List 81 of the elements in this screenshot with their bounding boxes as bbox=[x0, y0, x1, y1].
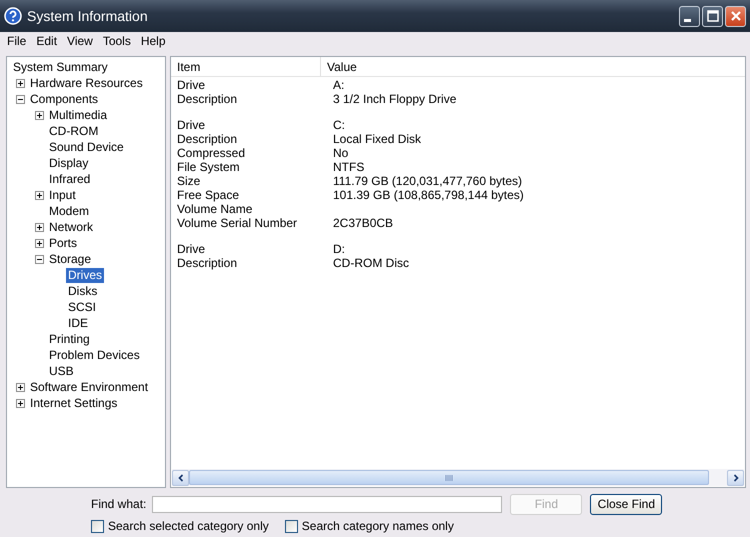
tree-item[interactable]: Software Environment bbox=[28, 380, 150, 394]
table-cell-text: Drive bbox=[176, 242, 206, 256]
table-cell-text: Description bbox=[176, 92, 238, 106]
menu-item[interactable]: Edit bbox=[31, 34, 62, 48]
grip-icon bbox=[445, 474, 453, 480]
tree-item[interactable]: Problem Devices bbox=[47, 348, 142, 362]
tree-item[interactable]: USB bbox=[47, 364, 76, 378]
table-cell-text: D: bbox=[332, 242, 346, 256]
tree-item[interactable]: Ports bbox=[47, 236, 80, 250]
table-cell-text: NTFS bbox=[332, 160, 366, 174]
table-cell-text: Local Fixed Disk bbox=[332, 132, 422, 146]
tree-item[interactable]: SCSI bbox=[66, 300, 98, 314]
tree-item[interactable]: Modem bbox=[47, 204, 92, 218]
table-cell-text: File System bbox=[176, 160, 241, 174]
table-cell-text: Description bbox=[176, 256, 238, 270]
table-cell-text: Drive bbox=[176, 118, 206, 132]
menu-item[interactable]: Tools bbox=[98, 34, 136, 48]
close-icon bbox=[730, 10, 742, 22]
find-what-field[interactable] bbox=[152, 496, 502, 512]
checkbox-label[interactable]: Search selected category only bbox=[108, 519, 269, 533]
tree-item[interactable]: Sound Device bbox=[47, 140, 126, 154]
table-cell-text: Size bbox=[176, 174, 202, 188]
table-cell-text: Compressed bbox=[176, 146, 246, 160]
tree-item[interactable]: Printing bbox=[47, 332, 92, 346]
window-title: System Information bbox=[27, 8, 149, 24]
table-cell-text: A: bbox=[332, 78, 346, 92]
scroll-left-button[interactable] bbox=[172, 470, 189, 486]
table-cell-text: Drive bbox=[176, 78, 206, 92]
maximize-button[interactable] bbox=[702, 6, 723, 26]
tree-item[interactable]: Disks bbox=[66, 284, 100, 298]
tree-item[interactable]: Network bbox=[47, 220, 96, 234]
maximize-icon bbox=[706, 10, 718, 22]
table-cell-text: Volume Name bbox=[176, 202, 254, 216]
checkbox[interactable] bbox=[91, 520, 104, 532]
expand-icon[interactable] bbox=[35, 110, 44, 120]
expand-icon[interactable] bbox=[35, 190, 44, 200]
tree-item[interactable]: Infrared bbox=[47, 172, 92, 186]
checkbox[interactable] bbox=[284, 520, 298, 532]
menu-item[interactable]: Help bbox=[136, 34, 171, 48]
help-icon bbox=[4, 7, 22, 25]
table-cell-text: No bbox=[332, 146, 350, 160]
column-header[interactable]: Value bbox=[321, 57, 745, 76]
table-cell-text: C: bbox=[332, 118, 346, 132]
horizontal-scrollbar[interactable] bbox=[172, 469, 744, 486]
close-find-button[interactable]: Close Find bbox=[590, 494, 662, 514]
expand-icon[interactable] bbox=[16, 78, 25, 88]
column-header[interactable]: Item bbox=[171, 57, 321, 76]
tree-item[interactable]: Storage bbox=[47, 252, 94, 266]
table-cell-text: 3 1/2 Inch Floppy Drive bbox=[332, 92, 458, 106]
tree-item[interactable]: Input bbox=[47, 188, 78, 202]
table-cell-text: CD-ROM Disc bbox=[332, 256, 410, 270]
checkbox-label[interactable]: Search category names only bbox=[302, 519, 454, 533]
tree-item[interactable]: IDE bbox=[66, 316, 90, 330]
scroll-thumb[interactable] bbox=[189, 470, 709, 485]
tree-item[interactable]: Hardware Resources bbox=[28, 76, 145, 90]
menu-item[interactable]: File bbox=[2, 34, 32, 48]
table-cell-text: Description bbox=[176, 132, 238, 146]
expand-icon[interactable] bbox=[16, 382, 25, 392]
tree-item[interactable]: Drives bbox=[66, 268, 104, 282]
tree-item[interactable]: Display bbox=[47, 156, 90, 170]
tree-item[interactable]: CD-ROM bbox=[47, 124, 100, 138]
find-label: Find what: bbox=[91, 497, 146, 511]
menu-item[interactable]: View bbox=[62, 34, 98, 48]
tree-item[interactable]: Internet Settings bbox=[28, 396, 120, 410]
tree-item[interactable]: Components bbox=[28, 92, 100, 106]
minimize-button[interactable] bbox=[679, 6, 700, 26]
collapse-icon[interactable] bbox=[16, 94, 25, 104]
expand-icon[interactable] bbox=[16, 398, 25, 408]
collapse-icon[interactable] bbox=[35, 254, 44, 264]
scroll-right-button[interactable] bbox=[727, 470, 744, 486]
close-button[interactable] bbox=[725, 6, 746, 26]
table-cell-text: Free Space bbox=[176, 188, 240, 202]
table-cell-text: Volume Serial Number bbox=[176, 216, 298, 230]
expand-icon[interactable] bbox=[35, 222, 44, 232]
table-cell-text: 101.39 GB (108,865,798,144 bytes) bbox=[332, 188, 525, 202]
tree-item[interactable]: Multimedia bbox=[47, 108, 110, 122]
tree-item[interactable]: System Summary bbox=[11, 60, 110, 74]
table-cell-text: 111.79 GB (120,031,477,760 bytes) bbox=[332, 174, 524, 188]
minimize-icon bbox=[684, 18, 691, 22]
table-cell-text: 2C37B0CB bbox=[332, 216, 394, 230]
expand-icon[interactable] bbox=[35, 238, 44, 248]
